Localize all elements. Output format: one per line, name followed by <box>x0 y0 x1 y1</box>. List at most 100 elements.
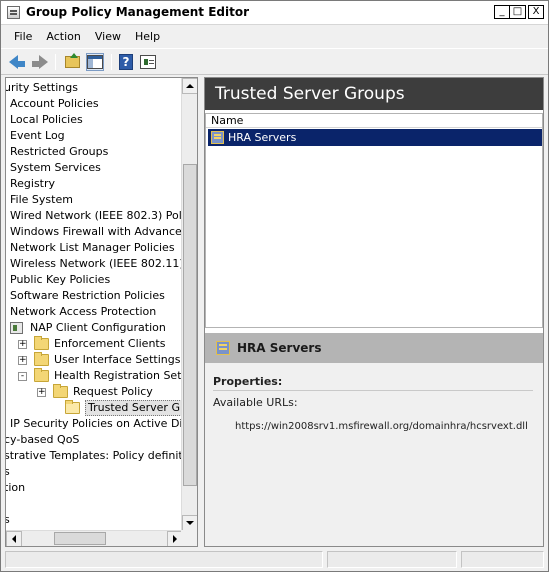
tree-item[interactable]: NAP Client Configuration <box>6 320 182 336</box>
tree-item-label: Public Key Policies <box>10 273 111 286</box>
tree-item[interactable]: System Services <box>6 160 182 176</box>
up-folder-icon <box>64 53 80 68</box>
server-group-icon <box>211 131 224 144</box>
tree-item-label: IP Security Policies on Active Directo <box>10 417 198 430</box>
tree-item[interactable]: - Health Registration Settings <box>6 368 197 384</box>
status-bar <box>1 549 548 571</box>
gpme-app-icon <box>7 6 20 19</box>
tree-item[interactable]: Local Policies <box>6 112 182 128</box>
menu-bar: File Action View Help <box>1 26 548 47</box>
tree-horizontal-scrollbar[interactable] <box>6 530 183 546</box>
app-window: Group Policy Management Editor _ □ X Fil… <box>0 0 549 572</box>
results-list[interactable]: Name HRA Servers <box>205 113 543 328</box>
tree-item-label: strative Templates: Policy definitions <box>5 449 198 462</box>
tree-item-label: Event Log <box>10 129 65 142</box>
tree-item[interactable]: + Enforcement Clients <box>6 336 182 352</box>
show-hide-console-tree-button[interactable] <box>86 53 104 71</box>
tree-item-label: NAP Client Configuration <box>30 321 166 334</box>
expand-icon[interactable]: + <box>37 388 46 397</box>
tree-item-label: Enforcement Clients <box>54 337 166 350</box>
tree-item-label: Network Access Protection <box>10 305 157 318</box>
status-panel <box>327 551 457 568</box>
tree-item[interactable]: urity Settings <box>6 80 182 96</box>
tree-item[interactable]: + Request Policy <box>6 384 182 400</box>
tree-item[interactable]: Restricted Groups <box>6 144 182 160</box>
tree-item[interactable]: Account Policies <box>6 96 182 112</box>
scroll-thumb[interactable] <box>183 164 197 486</box>
tree-item-label: Health Registration Settings <box>54 369 198 382</box>
available-url-value: https://win2008srv1.msfirewall.org/domai… <box>235 421 528 432</box>
forward-button[interactable] <box>31 53 49 71</box>
tree-item[interactable]: Trusted Server Groups <box>6 400 197 416</box>
tree-item[interactable]: Registry <box>6 176 182 192</box>
horizontal-scroll-thumb[interactable] <box>54 532 106 545</box>
status-panel <box>461 551 544 568</box>
properties-pane-icon <box>140 55 156 69</box>
close-button[interactable]: X <box>528 5 544 19</box>
up-one-level-button[interactable] <box>63 53 81 71</box>
column-header-name[interactable]: Name <box>206 114 542 128</box>
tree-item[interactable]: s <box>6 464 182 480</box>
details-header: HRA Servers <box>205 333 543 363</box>
scroll-down-button[interactable] <box>182 515 197 531</box>
tree-item[interactable]: Public Key Policies <box>6 272 182 288</box>
tree-vertical-scrollbar[interactable] <box>181 78 197 531</box>
expand-icon[interactable]: + <box>18 340 27 349</box>
window-title: Group Policy Management Editor <box>26 5 250 19</box>
tree-item[interactable]: strative Templates: Policy definitions <box>6 448 197 464</box>
scroll-left-button[interactable] <box>6 531 22 546</box>
tree-item-label: Windows Firewall with Advanced Se <box>10 225 198 238</box>
help-button[interactable]: ? <box>117 53 135 71</box>
tree-item[interactable]: Event Log <box>6 128 182 144</box>
status-panel <box>5 551 323 568</box>
tree-item[interactable]: Network List Manager Policies <box>6 240 182 256</box>
show-hide-console-tree-icon <box>87 55 103 69</box>
tree-item[interactable]: s <box>6 512 182 528</box>
expand-icon[interactable]: + <box>18 356 27 365</box>
tree-item[interactable] <box>6 496 182 512</box>
results-pane: Trusted Server Groups Name HRA Servers H… <box>204 77 544 547</box>
title-bar[interactable]: Group Policy Management Editor _ □ X <box>1 1 548 25</box>
folder-icon <box>53 384 68 398</box>
console-tree[interactable]: urity Settings Account Policies Local Poli… <box>5 77 198 547</box>
menu-help[interactable]: Help <box>128 30 167 43</box>
menu-action[interactable]: Action <box>39 30 87 43</box>
toolbar: ? <box>1 48 548 75</box>
list-item[interactable]: HRA Servers <box>208 129 542 146</box>
properties-label: Properties: <box>213 375 283 388</box>
back-button[interactable] <box>9 53 27 71</box>
scroll-up-button[interactable] <box>182 78 197 94</box>
menu-view[interactable]: View <box>88 30 128 43</box>
scrollbar-corner <box>181 530 197 546</box>
tree-item-label: Wired Network (IEEE 802.3) Policies <box>10 209 198 222</box>
forward-arrow-icon <box>31 55 49 69</box>
show-hide-action-pane-button[interactable] <box>139 53 157 71</box>
tree-item-label: Wireless Network (IEEE 802.11) Pol <box>10 257 198 270</box>
tree-item[interactable]: Network Access Protection <box>6 304 182 320</box>
properties-divider <box>213 390 533 391</box>
tree-item[interactable]: IP Security Policies on Active Directo <box>6 416 197 432</box>
collapse-icon[interactable]: - <box>18 372 27 381</box>
tree-item[interactable]: Wireless Network (IEEE 802.11) Pol <box>6 256 197 272</box>
details-body: Properties: Available URLs: https://win2… <box>205 363 543 546</box>
minimize-button[interactable]: _ <box>494 5 510 19</box>
tree-item-label: Registry <box>10 177 56 190</box>
tree-item-label: urity Settings <box>5 81 78 94</box>
toolbar-separator <box>55 54 56 70</box>
window-controls: _ □ X <box>494 5 544 19</box>
tree-item-label: Local Policies <box>10 113 83 126</box>
tree-item-label: Account Policies <box>10 97 99 110</box>
menu-file[interactable]: File <box>7 30 39 43</box>
tree-item[interactable]: Software Restriction Policies <box>6 288 182 304</box>
tree-item-label: tion <box>5 481 26 494</box>
tree-item-label: System Services <box>10 161 101 174</box>
tree-item-label: s <box>6 512 10 528</box>
tree-item[interactable]: File System <box>6 192 182 208</box>
tree-item[interactable]: Wired Network (IEEE 802.3) Policies <box>6 208 197 224</box>
tree-item[interactable]: cy-based QoS <box>6 432 182 448</box>
maximize-button[interactable]: □ <box>510 5 526 19</box>
toolbar-separator <box>111 54 112 70</box>
tree-item[interactable]: tion <box>6 480 182 496</box>
tree-item[interactable]: + User Interface Settings <box>6 352 182 368</box>
tree-item[interactable]: Windows Firewall with Advanced Se <box>6 224 197 240</box>
